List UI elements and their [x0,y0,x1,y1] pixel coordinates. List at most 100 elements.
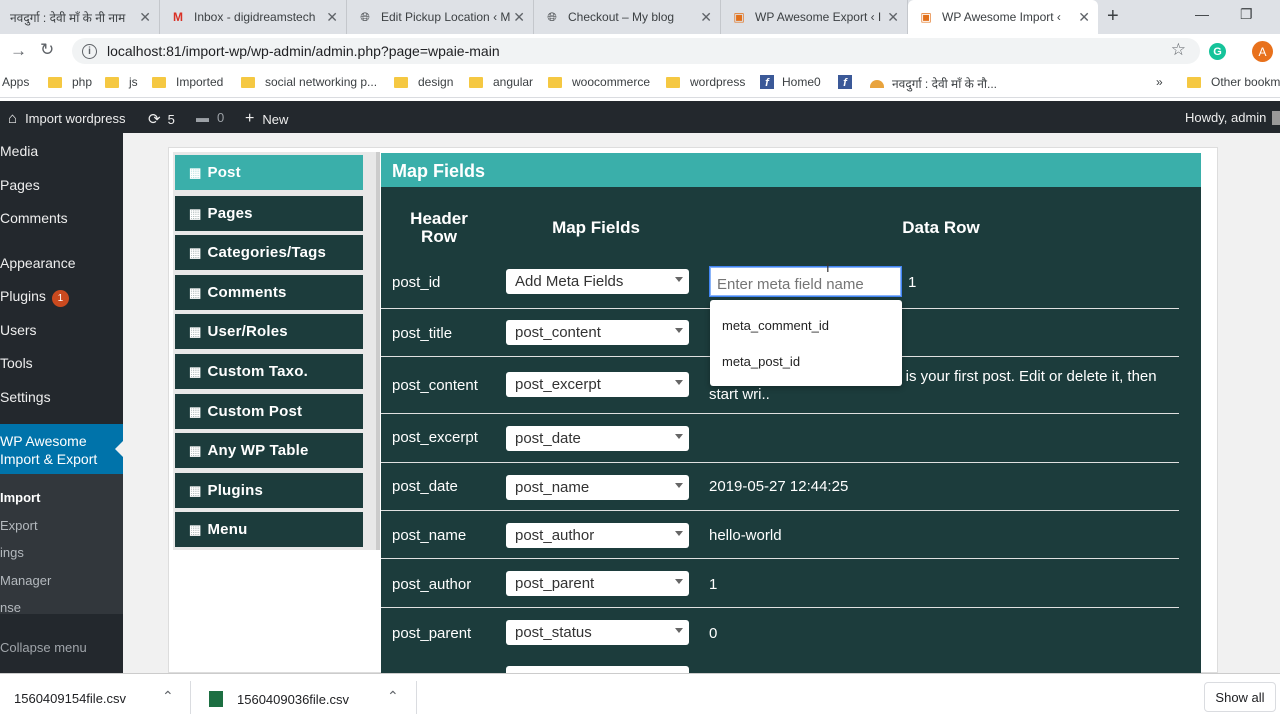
close-tab-icon[interactable]: ✕ [887,9,899,26]
comments-link[interactable]: ▬ 0 [196,110,224,125]
menu-item-media[interactable]: Media [0,143,38,159]
bookmark-folder[interactable]: js [105,75,138,89]
close-tab-icon[interactable]: ✕ [700,9,712,26]
bookmark-apps[interactable]: Apps [2,75,29,89]
menu-item-comments[interactable]: Comments [0,210,68,226]
field-select[interactable]: post_excerpt [506,372,689,397]
collapse-menu-button[interactable]: Collapse menu [0,640,87,655]
nav-label: User/Roles [207,323,288,340]
submenu-license[interactable]: nse [0,600,21,615]
bookmark-folder[interactable]: social networking p... [241,75,377,89]
submenu-manager[interactable]: Manager [0,573,51,588]
show-all-button[interactable]: Show all [1204,682,1276,712]
data-value: 2019-05-27 12:44:25 [709,478,849,495]
info-icon[interactable]: i [82,43,97,59]
menu-item-settings[interactable]: Settings [0,389,51,405]
bookmark-label: js [129,75,138,89]
star-icon[interactable]: ☆ [1171,40,1186,60]
nav-plugins[interactable]: ▦ Plugins [175,473,363,508]
nav-menu[interactable]: ▦ Menu [175,512,363,547]
tab-strip: नवदुर्गा : देवी माँ के नी नाम ✕ M Inbox … [0,0,1280,34]
new-content-link[interactable]: + New [245,110,288,128]
bookmark-facebook[interactable]: f Home0 [760,75,821,89]
tab-title: Checkout – My blog [568,10,675,24]
url-text[interactable]: localhost:81/import-wp/wp-admin/admin.ph… [107,43,500,59]
close-tab-icon[interactable]: ✕ [1078,9,1090,26]
browser-tab[interactable]: ▣ WP Awesome Export ‹ I ✕ [721,0,908,34]
updates-link[interactable]: ⟳ 5 [148,110,175,128]
suggestion-item[interactable]: meta_post_id [722,354,800,369]
bookmark-label: Imported [176,75,224,89]
submenu-import[interactable]: Import [0,490,40,505]
nav-custom-taxo[interactable]: ▦ Custom Taxo. [175,354,363,389]
more-bookmarks-icon[interactable]: » [1156,75,1163,89]
nav-post[interactable]: ▦ Post [175,155,363,190]
nav-pages[interactable]: ▦ Pages [175,196,363,231]
field-select[interactable]: post_status [506,620,689,645]
tab-title: नवदुर्गा : देवी माँ के नी नाम [10,10,126,25]
profile-avatar[interactable]: A [1252,41,1273,62]
menu-item-appearance[interactable]: Appearance [0,255,76,271]
data-value: hello-world [709,527,782,544]
minimize-icon[interactable]: — [1195,6,1209,22]
download-item[interactable]: 1560409036file.csv [209,691,349,707]
globe-icon: 🌐︎ [547,9,557,24]
bookmark-folder[interactable]: php [48,75,92,89]
close-tab-icon[interactable]: ✕ [513,9,525,26]
bookmark-folder[interactable]: Imported [152,75,223,89]
nav-custom-post[interactable]: ▦ Custom Post [175,394,363,429]
omnibox[interactable]: i localhost:81/import-wp/wp-admin/admin.… [72,38,1200,64]
browser-tab[interactable]: नवदुर्गा : देवी माँ के नी नाम ✕ [0,0,160,34]
download-item[interactable]: 1560409154file.csv [14,691,126,706]
menu-item-wp-awesome[interactable]: WP Awesome Import & Export [0,424,123,474]
howdy-link[interactable]: Howdy, admin [1185,110,1280,125]
field-select[interactable]: Add Meta Fields [506,269,689,294]
bookmark-folder[interactable]: angular [469,75,533,89]
nav-user-roles[interactable]: ▦ User/Roles [175,314,363,349]
field-select[interactable]: post_author [506,523,689,548]
new-tab-icon[interactable]: + [1107,5,1119,28]
suggestion-item[interactable]: meta_comment_id [722,318,829,333]
bookmark-folder[interactable]: Other bookm [1187,75,1280,89]
bookmark-link[interactable]: नवदुर्गा : देवी माँ के नौ... [870,75,997,92]
field-select[interactable] [506,666,689,673]
close-tab-icon[interactable]: ✕ [139,9,151,26]
chevron-up-icon[interactable]: ⌃ [162,688,174,705]
nav-categories-tags[interactable]: ▦ Categories/Tags [175,235,363,270]
menu-item-users[interactable]: Users [0,322,37,338]
submenu-settings[interactable]: ings [0,545,24,560]
field-select[interactable]: post_content [506,320,689,345]
grammarly-icon[interactable]: G [1209,43,1226,60]
close-tab-icon[interactable]: ✕ [326,9,338,26]
menu-item-plugins[interactable]: Plugins 1 [0,288,69,307]
bookmark-facebook[interactable]: f [838,75,860,89]
browser-tab[interactable]: M Inbox - digidreamstech ✕ [160,0,347,34]
forward-icon[interactable]: → [10,41,27,61]
dropdown-arrow-icon [675,579,683,584]
browser-tab[interactable]: 🌐︎ Edit Pickup Location ‹ M ✕ [347,0,534,34]
col-data-row: Data Row [902,218,980,237]
chevron-up-icon[interactable]: ⌃ [387,688,399,705]
bookmark-folder[interactable]: design [394,75,453,89]
bookmark-folder[interactable]: woocommerce [548,75,650,89]
field-select[interactable]: post_parent [506,571,689,596]
nav-comments[interactable]: ▦ Comments [175,275,363,310]
nav-any-wp-table[interactable]: ▦ Any WP Table [175,433,363,468]
bookmark-folder[interactable]: wordpress [666,75,745,89]
meta-field-name-input[interactable] [710,267,901,296]
bookmark-label: angular [493,75,534,89]
reload-icon[interactable]: ↻ [40,40,54,60]
field-select[interactable]: post_name [506,475,689,500]
browser-tab-active[interactable]: ▣ WP Awesome Import ‹ ✕ [908,0,1098,34]
map-fields-panel: Map Fields Header Row Map Fields Data Ro… [381,153,1201,673]
submenu-export[interactable]: Export [0,518,38,533]
restore-icon[interactable]: ❐ [1240,6,1253,23]
field-select[interactable]: post_date [506,426,689,451]
grid-icon: ▦ [189,363,202,379]
menu-item-tools[interactable]: Tools [0,355,33,371]
nav-label: Categories/Tags [207,244,327,261]
site-name-link[interactable]: ⌂ Import wordpress [8,110,125,127]
wp-admin-menu: Media Pages Comments Appearance Plugins 1… [0,133,123,673]
menu-item-pages[interactable]: Pages [0,177,40,193]
browser-tab[interactable]: 🌐︎ Checkout – My blog ✕ [534,0,721,34]
